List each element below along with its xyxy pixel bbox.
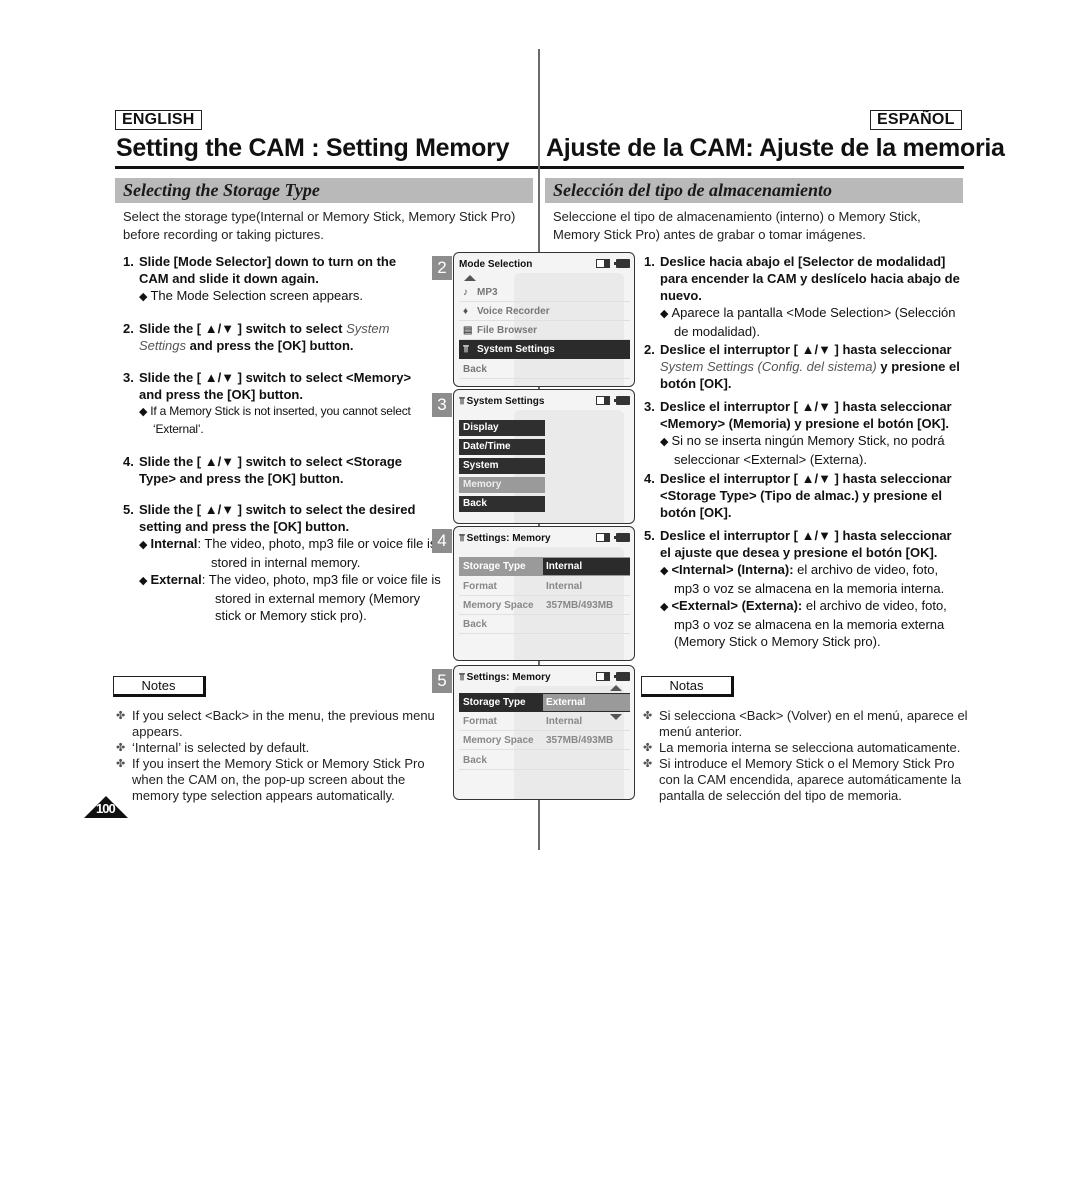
settings-icon: ⫪ <box>459 396 465 407</box>
note-spanish: ✤ Si introduce el Memory Stick o el Memor… <box>643 756 962 803</box>
note-english: ✤ If you insert the Memory Stick or Memor… <box>116 756 425 803</box>
scroll-up-icon[interactable] <box>464 275 476 281</box>
settings-icon: ⫪ <box>463 344 469 355</box>
menu-item-system[interactable]: System <box>459 458 545 474</box>
battery-icon <box>614 259 630 268</box>
screen-mode-selection: Mode Selection ♪ MP3 ♦ Voice Recorder ▤ Fil… <box>453 252 635 387</box>
step-5-spanish: 5. Deslice el interruptor [ ▲/▼ ] hasta … <box>644 528 952 649</box>
memory-card-icon <box>596 672 610 681</box>
screen-step-number: 3 <box>432 393 452 417</box>
memory-card-icon <box>596 533 610 542</box>
screen-settings-memory-internal: ⫪ Settings: Memory Storage Type Internal F… <box>453 526 635 661</box>
step-4-spanish: 4. Deslice el interruptor [ ▲/▼ ] hasta … <box>644 471 952 520</box>
menu-item-system-settings[interactable]: ⫪ System Settings <box>459 340 630 359</box>
step-1-english: 1. Slide [Mode Selector] down to turn on… <box>123 254 397 303</box>
note-english: ✤ If you select <Back> in the menu, the p… <box>116 708 435 739</box>
notes-label-spanish: Notas <box>641 676 734 697</box>
music-note-icon: ♪ <box>463 287 468 298</box>
menu-item-date-time[interactable]: Date/Time <box>459 439 545 455</box>
step-3-english: 3. Slide the [ ▲/▼ ] switch to select <M… <box>123 370 412 436</box>
setting-row-format[interactable]: Format Internal <box>459 712 630 731</box>
file-icon: ▤ <box>463 325 473 336</box>
step-2-spanish: 2. Deslice el interruptor [ ▲/▼ ] hasta … <box>644 342 960 391</box>
setting-row-storage-type[interactable]: Storage Type Internal <box>459 557 630 576</box>
notes-label-english: Notes <box>113 676 206 697</box>
scroll-up-icon[interactable] <box>610 685 622 691</box>
menu-item-memory[interactable]: Memory <box>459 477 545 493</box>
step-3-spanish: 3. Deslice el interruptor [ ▲/▼ ] hasta … <box>644 399 952 467</box>
intro-english: Select the storage type(Internal or Memo… <box>123 209 516 242</box>
language-tag-english: ENGLISH <box>115 110 202 130</box>
language-tag-spanish: ESPAÑOL <box>870 110 962 130</box>
page-title-spanish: Ajuste de la CAM: Ajuste de la memoria <box>546 134 1005 162</box>
screen-step-number: 5 <box>432 669 452 693</box>
microphone-icon: ♦ <box>463 306 469 317</box>
menu-item-mp3[interactable]: ♪ MP3 <box>459 283 630 302</box>
status-icons <box>596 672 630 682</box>
settings-icon: ⫪ <box>459 533 465 544</box>
setting-row-format[interactable]: Format Internal <box>459 577 630 596</box>
battery-icon <box>614 533 630 542</box>
step-1-spanish: 1. Deslice hacia abajo el [Selector de m… <box>644 254 960 339</box>
status-icons <box>596 533 630 543</box>
menu-item-back[interactable]: Back <box>459 496 545 512</box>
setting-row-memory-space: Memory Space 357MB/493MB <box>459 596 630 615</box>
step-5-english: 5. Slide the [ ▲/▼ ] switch to select th… <box>123 502 441 623</box>
menu-item-file-browser[interactable]: ▤ File Browser <box>459 321 630 340</box>
menu-item-voice-recorder[interactable]: ♦ Voice Recorder <box>459 302 630 321</box>
setting-row-storage-type[interactable]: Storage Type External <box>459 693 630 712</box>
intro-spanish: Seleccione el tipo de almacenamiento (in… <box>553 209 921 242</box>
page-title-english: Setting the CAM : Setting Memory <box>116 134 510 162</box>
status-icons <box>596 259 630 269</box>
menu-item-display[interactable]: Display <box>459 420 545 436</box>
screen-step-number: 2 <box>432 256 452 280</box>
battery-icon <box>614 672 630 681</box>
note-spanish: ✤ La memoria interna se selecciona automa… <box>643 740 961 755</box>
title-rule <box>540 166 964 169</box>
screen-step-number: 4 <box>432 529 452 553</box>
title-rule <box>115 166 538 169</box>
note-english: ✤ ‘Internal’ is selected by default. <box>116 740 310 755</box>
note-spanish: ✤ Si selecciona <Back> (Volver) en el men… <box>643 708 968 739</box>
setting-row-memory-space: Memory Space 357MB/493MB <box>459 731 630 750</box>
memory-card-icon <box>596 259 610 268</box>
memory-card-icon <box>596 396 610 405</box>
battery-icon <box>614 396 630 405</box>
step-4-english: 4. Slide the [ ▲/▼ ] switch to select <S… <box>123 454 403 486</box>
menu-item-back[interactable]: Back <box>459 360 630 379</box>
screen-settings-memory-external: ⫪ Settings: Memory Storage Type External F… <box>453 665 635 800</box>
section-heading-english: Selecting the Storage Type <box>115 178 533 203</box>
setting-row-back[interactable]: Back <box>459 615 630 634</box>
step-2-english: 2. Slide the [ ▲/▼ ] switch to select Sy… <box>123 321 390 353</box>
page-number: 100 <box>84 796 128 818</box>
section-heading-spanish: Selección del tipo de almacenamiento <box>545 178 963 203</box>
setting-row-back[interactable]: Back <box>459 751 630 770</box>
status-icons <box>596 396 630 406</box>
screen-system-settings: ⫪ System Settings Display Date/Time Syste… <box>453 389 635 524</box>
settings-icon: ⫪ <box>459 672 465 683</box>
